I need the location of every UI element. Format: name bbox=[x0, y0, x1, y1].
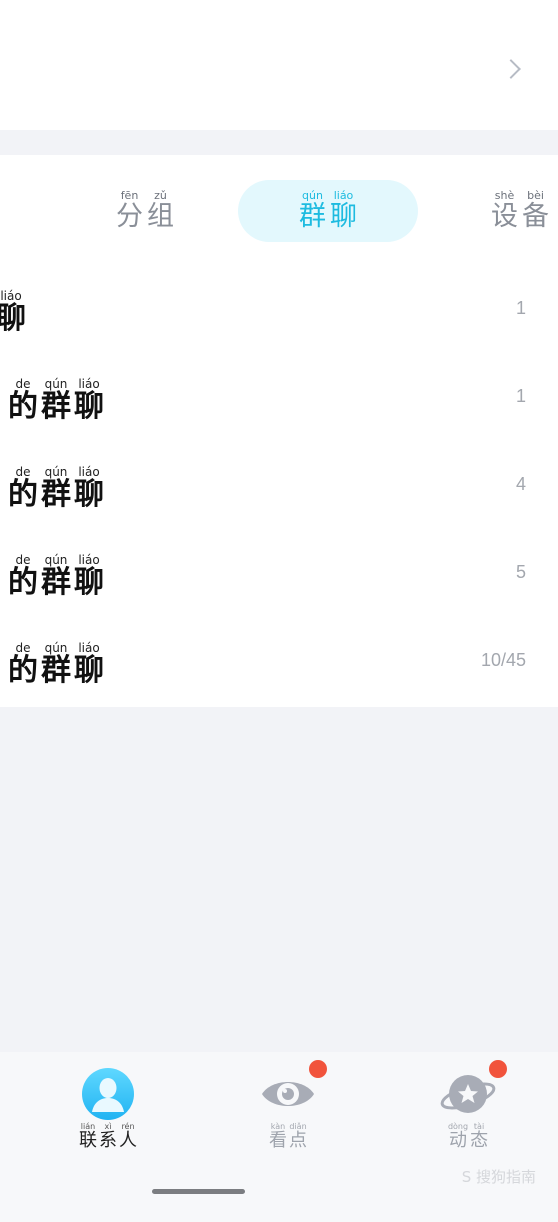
group-name-char: 的 bbox=[8, 389, 38, 424]
nav-moments[interactable]: dòng 动 tài 态 bbox=[413, 1060, 523, 1154]
nav-label-char: 人 bbox=[119, 1130, 137, 1151]
nav-label-char: 动 bbox=[449, 1130, 467, 1151]
member-count: 1 bbox=[515, 386, 526, 406]
nav-label-char: 态 bbox=[470, 1130, 489, 1151]
tab-char: 设 bbox=[491, 201, 518, 232]
group-name-char: 的 bbox=[8, 653, 38, 688]
notification-badge bbox=[309, 1060, 327, 1078]
planet-star-icon bbox=[440, 1066, 496, 1122]
member-count: 5 bbox=[515, 562, 526, 582]
tab-char: 聊 bbox=[330, 201, 357, 232]
group-name-char: 聊 bbox=[74, 653, 104, 688]
group-row[interactable]: de 的 qún 群 liáo 聊 5 bbox=[0, 534, 558, 622]
nav-label-char: 联 bbox=[79, 1130, 97, 1151]
tab-groups[interactable]: fēn 分 zǔ 组 bbox=[90, 180, 200, 242]
group-name-char: 的 bbox=[8, 477, 38, 512]
home-indicator[interactable] bbox=[152, 1189, 245, 1194]
top-card[interactable] bbox=[0, 0, 558, 130]
group-row[interactable]: de 的 qún 群 liáo 聊 10/45 bbox=[0, 622, 558, 710]
group-name-char: 聊 bbox=[74, 477, 104, 512]
group-name-char: 群 bbox=[41, 389, 71, 424]
group-name-char: 聊 bbox=[0, 301, 26, 336]
eye-icon bbox=[260, 1066, 316, 1122]
tab-char: 分 bbox=[116, 201, 143, 232]
tab-devices[interactable]: shè 设 bèi 备 bbox=[470, 180, 558, 242]
group-name-char: 聊 bbox=[74, 389, 104, 424]
group-name-char: 群 bbox=[41, 653, 71, 688]
member-count: 4 bbox=[515, 474, 526, 494]
tab-group-chats[interactable]: qún 群 liáo 聊 bbox=[238, 180, 418, 242]
nav-label-char: 点 bbox=[289, 1130, 307, 1151]
group-row[interactable]: liáo 聊 1 bbox=[0, 270, 558, 358]
group-name-char: 聊 bbox=[74, 565, 104, 600]
member-count: 10/45 bbox=[480, 650, 526, 670]
tab-char: 组 bbox=[147, 201, 174, 232]
nav-contacts[interactable]: lián 联 xì 系 rén 人 bbox=[53, 1064, 163, 1154]
watermark: S 搜狗指南 bbox=[461, 1168, 536, 1186]
nav-label-char: 看 bbox=[269, 1130, 287, 1151]
group-row[interactable]: de 的 qún 群 liáo 聊 1 bbox=[0, 358, 558, 446]
group-name-char: 群 bbox=[41, 477, 71, 512]
tab-char: 群 bbox=[299, 201, 326, 232]
contacts-avatar-icon bbox=[80, 1066, 136, 1122]
notification-badge bbox=[489, 1060, 507, 1078]
group-row[interactable]: de 的 qún 群 liáo 聊 4 bbox=[0, 446, 558, 534]
group-name-char: 的 bbox=[8, 565, 38, 600]
nav-label-char: 系 bbox=[99, 1130, 117, 1151]
chevron-right-icon[interactable] bbox=[501, 59, 521, 79]
tab-char: 备 bbox=[522, 201, 549, 232]
nav-watch[interactable]: kàn 看 diǎn 点 bbox=[233, 1060, 343, 1154]
member-count: 1 bbox=[515, 298, 526, 318]
group-name-char: 群 bbox=[41, 565, 71, 600]
